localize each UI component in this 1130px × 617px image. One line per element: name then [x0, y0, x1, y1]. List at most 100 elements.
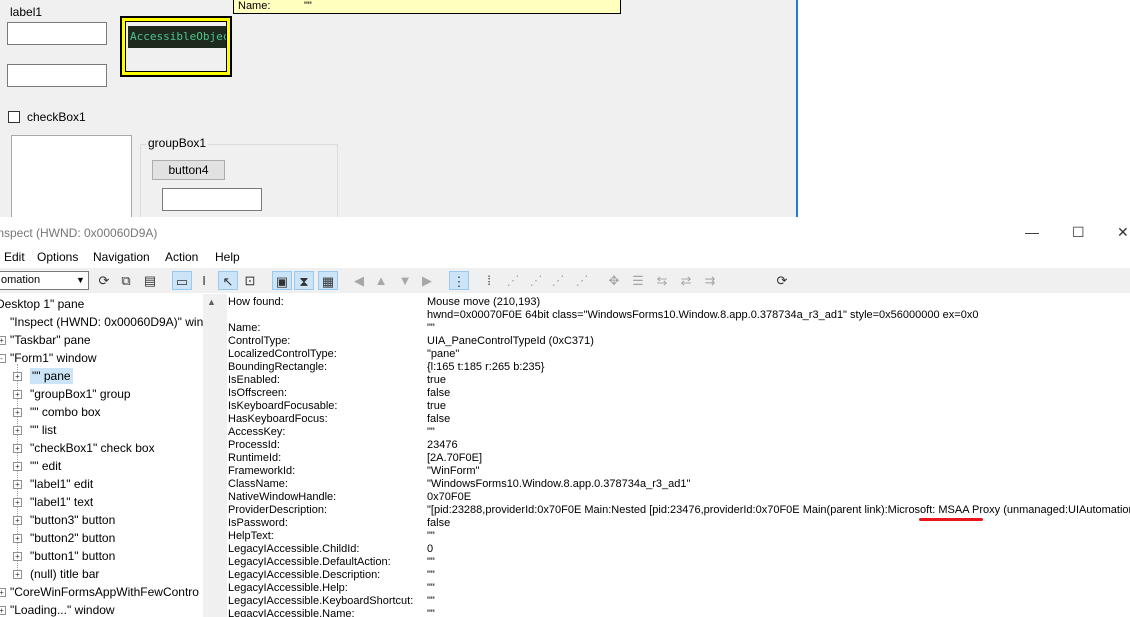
expand-icon[interactable]: +: [13, 534, 22, 543]
tree-node[interactable]: "" combo box: [30, 404, 101, 420]
menu-help[interactable]: Help: [215, 250, 240, 264]
minimize-icon[interactable]: —: [1025, 224, 1039, 240]
expand-icon[interactable]: +: [13, 372, 22, 381]
action-2-icon[interactable]: ☰: [628, 271, 648, 290]
expand-icon[interactable]: +: [13, 516, 22, 525]
tree-node[interactable]: "button2" button: [30, 530, 115, 546]
edit-field[interactable]: [7, 64, 107, 87]
tree-node[interactable]: "button3" button: [30, 512, 115, 528]
property-value[interactable]: "WinForm": [427, 465, 479, 478]
tree-node[interactable]: "" list: [30, 422, 57, 438]
tree-node[interactable]: "button1" button: [30, 548, 115, 564]
pointer-icon[interactable]: ↖: [218, 271, 238, 290]
expand-icon[interactable]: +: [13, 408, 22, 417]
collapse-icon[interactable]: -: [0, 354, 6, 363]
refresh-icon-2[interactable]: ⟳: [772, 271, 792, 290]
expand-icon[interactable]: +: [13, 570, 22, 579]
property-value[interactable]: "[pid:23288,providerId:0x70F0E Main:Nest…: [427, 504, 1130, 517]
maximize-icon[interactable]: ☐: [1072, 224, 1085, 240]
tree-node[interactable]: "CoreWinFormsAppWithFewContro: [10, 584, 199, 600]
expand-icon[interactable]: +: [0, 336, 6, 345]
property-value[interactable]: "": [427, 608, 435, 617]
tree-node[interactable]: (null) title bar: [30, 566, 99, 582]
property-value[interactable]: "": [427, 322, 435, 335]
tree-node[interactable]: "label1" text: [30, 494, 93, 510]
property-value[interactable]: 0: [427, 543, 433, 556]
nav-forward-icon[interactable]: ▶: [417, 271, 437, 290]
menu-edit[interactable]: Edit: [4, 250, 25, 264]
property-value[interactable]: false: [427, 517, 450, 530]
pane-control[interactable]: AccessibleObject: [125, 21, 227, 72]
checkbox1[interactable]: [8, 111, 20, 123]
tree-branch-3-icon[interactable]: ⋰: [548, 271, 568, 290]
highlight-rect-icon[interactable]: ▣: [272, 271, 292, 290]
menu-navigation[interactable]: Navigation: [93, 250, 150, 264]
select-rect-icon[interactable]: ▭: [172, 271, 192, 290]
menu-options[interactable]: Options: [37, 250, 78, 264]
property-value[interactable]: hwnd=0x00070F0E 64bit class="WindowsForm…: [427, 309, 978, 322]
property-value[interactable]: "": [427, 595, 435, 608]
label1-edit[interactable]: [7, 22, 107, 45]
watch-cursor-icon[interactable]: ⊡: [240, 271, 260, 290]
tree-node[interactable]: Desktop 1" pane: [0, 296, 84, 312]
action-1-icon[interactable]: ✥: [604, 271, 624, 290]
accessible-object-pane[interactable]: AccessibleObject: [128, 26, 226, 48]
show-text-icon[interactable]: ▦: [318, 271, 338, 290]
mode-combo[interactable]: omation ▼: [0, 271, 89, 290]
expand-icon[interactable]: +: [0, 606, 6, 615]
property-value[interactable]: "": [427, 530, 435, 543]
property-value[interactable]: "": [427, 556, 435, 569]
expand-icon[interactable]: +: [13, 498, 22, 507]
property-value[interactable]: true: [427, 400, 446, 413]
list-box[interactable]: [11, 135, 132, 220]
expand-icon[interactable]: +: [13, 426, 22, 435]
options-icon[interactable]: ▤: [140, 271, 160, 290]
expand-icon[interactable]: +: [13, 444, 22, 453]
property-value[interactable]: "": [427, 426, 435, 439]
tree-branch-2-icon[interactable]: ⋰: [526, 271, 546, 290]
tree-node[interactable]: "" pane: [30, 368, 73, 384]
menu-action[interactable]: Action: [165, 250, 198, 264]
property-value[interactable]: [2A.70F0E]: [427, 452, 482, 465]
expand-icon[interactable]: +: [13, 390, 22, 399]
property-value[interactable]: false: [427, 387, 450, 400]
tree-node[interactable]: "Form1" window: [10, 350, 97, 366]
property-value[interactable]: Mouse move (210,193): [427, 296, 540, 309]
property-value[interactable]: 23476: [427, 439, 458, 452]
nav-back-icon[interactable]: ◀: [349, 271, 369, 290]
property-value[interactable]: UIA_PaneControlTypeId (0xC371): [427, 335, 594, 348]
close-icon[interactable]: ✕: [1117, 224, 1129, 240]
tree-view[interactable]: Desktop 1" pane "Inspect (HWND: 0x00060D9…: [0, 294, 203, 617]
action-5-icon[interactable]: ⇉: [700, 271, 720, 290]
chevron-down-icon[interactable]: ▼: [73, 272, 88, 289]
property-value[interactable]: true: [427, 374, 446, 387]
groupbox-edit[interactable]: [162, 188, 262, 211]
property-value[interactable]: "": [427, 582, 435, 595]
tree-branch-1-icon[interactable]: ⋰: [503, 271, 523, 290]
expand-icon[interactable]: +: [13, 552, 22, 561]
tree-node-icon[interactable]: ⁞: [479, 271, 499, 290]
tree-node[interactable]: "Inspect (HWND: 0x00060D9A)" win: [10, 314, 203, 330]
nav-down-icon[interactable]: ▼: [395, 271, 415, 290]
tree-branch-4-icon[interactable]: ⋰: [572, 271, 592, 290]
properties-pane[interactable]: How found: Mouse move (210,193) hwnd=0x000…: [227, 294, 1130, 617]
text-cursor-icon[interactable]: I: [194, 271, 214, 290]
property-value[interactable]: 0x70F0E: [427, 491, 471, 504]
tree-node[interactable]: "" edit: [30, 458, 61, 474]
nav-up-icon[interactable]: ▲: [371, 271, 391, 290]
hourglass-icon[interactable]: ⧗: [294, 271, 314, 290]
property-value[interactable]: "WindowsForms10.Window.8.app.0.378734a_r…: [427, 478, 690, 491]
tree-node[interactable]: "Loading..." window: [10, 602, 115, 617]
tree-node[interactable]: "groupBox1" group: [30, 386, 131, 402]
refresh-icon[interactable]: ⟳: [94, 271, 114, 290]
expand-icon[interactable]: +: [13, 462, 22, 471]
tree-node[interactable]: "label1" edit: [30, 476, 93, 492]
property-value[interactable]: false: [427, 413, 450, 426]
tree-icon[interactable]: ⋮: [449, 271, 469, 290]
property-value[interactable]: {l:165 t:185 r:265 b:235}: [427, 361, 544, 374]
tree-node[interactable]: "checkBox1" check box: [30, 440, 155, 456]
pane-splitter[interactable]: [220, 294, 227, 617]
button4[interactable]: button4: [152, 160, 225, 180]
action-4-icon[interactable]: ⇄: [676, 271, 696, 290]
expand-icon[interactable]: +: [13, 480, 22, 489]
